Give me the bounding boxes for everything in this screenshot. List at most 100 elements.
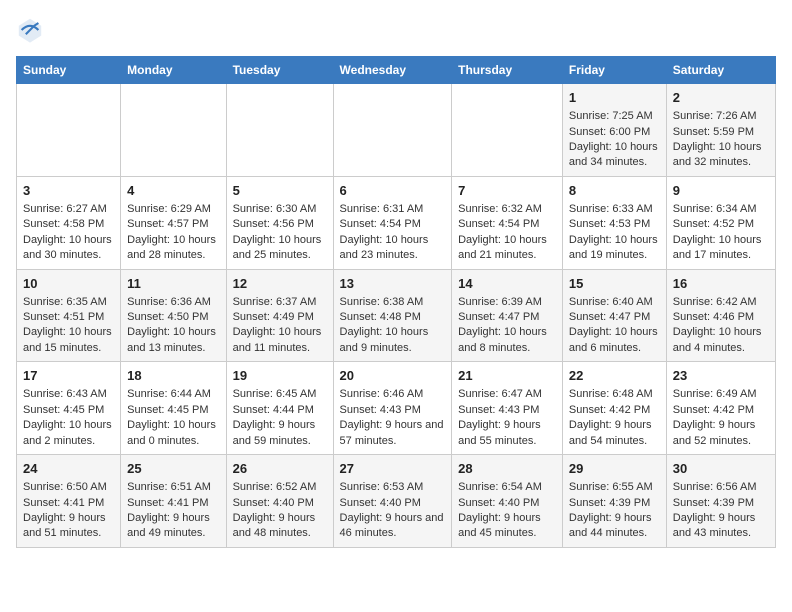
day-number: 18 [127, 367, 219, 385]
day-info: Sunset: 4:48 PM [340, 310, 446, 325]
day-cell [333, 84, 452, 177]
day-info: Sunrise: 6:29 AM [127, 202, 219, 217]
day-info: Daylight: 9 hours and 43 minutes. [673, 511, 769, 542]
day-info: Sunset: 4:42 PM [673, 403, 769, 418]
week-row-2: 3Sunrise: 6:27 AMSunset: 4:58 PMDaylight… [17, 176, 776, 269]
day-cell: 19Sunrise: 6:45 AMSunset: 4:44 PMDayligh… [226, 362, 333, 455]
day-cell [452, 84, 563, 177]
day-cell: 2Sunrise: 7:26 AMSunset: 5:59 PMDaylight… [666, 84, 775, 177]
day-cell: 15Sunrise: 6:40 AMSunset: 4:47 PMDayligh… [562, 269, 666, 362]
day-info: Sunrise: 6:52 AM [233, 480, 327, 495]
day-info: Sunset: 4:45 PM [127, 403, 219, 418]
day-info: Sunset: 4:41 PM [127, 496, 219, 511]
day-cell [17, 84, 121, 177]
day-number: 1 [569, 89, 660, 107]
column-header-monday: Monday [121, 57, 226, 84]
day-number: 29 [569, 460, 660, 478]
day-info: Daylight: 10 hours and 6 minutes. [569, 325, 660, 356]
day-info: Sunset: 4:40 PM [458, 496, 556, 511]
day-info: Sunset: 4:51 PM [23, 310, 114, 325]
day-info: Sunset: 4:43 PM [340, 403, 446, 418]
day-info: Sunset: 5:59 PM [673, 125, 769, 140]
day-cell: 13 Sunrise: 6:38 AMSunset: 4:48 PMDayligh… [333, 269, 452, 362]
day-info: Sunrise: 6:43 AM [23, 387, 114, 402]
day-cell: 20Sunrise: 6:46 AMSunset: 4:43 PMDayligh… [333, 362, 452, 455]
day-info: Sunrise: 6:44 AM [127, 387, 219, 402]
day-number: 15 [569, 275, 660, 293]
day-info: Daylight: 9 hours and 51 minutes. [23, 511, 114, 542]
day-info: Sunrise: 6:38 AM [340, 295, 446, 310]
column-header-sunday: Sunday [17, 57, 121, 84]
week-row-3: 10Sunrise: 6:35 AMSunset: 4:51 PMDayligh… [17, 269, 776, 362]
day-number: 10 [23, 275, 114, 293]
day-cell: 8Sunrise: 6:33 AMSunset: 4:53 PMDaylight… [562, 176, 666, 269]
day-info: Daylight: 10 hours and 19 minutes. [569, 233, 660, 264]
day-info: Daylight: 10 hours and 28 minutes. [127, 233, 219, 264]
day-info: Sunset: 4:45 PM [23, 403, 114, 418]
day-info: Sunrise: 7:26 AM [673, 109, 769, 124]
calendar-header: SundayMondayTuesdayWednesdayThursdayFrid… [17, 57, 776, 84]
day-cell: 1Sunrise: 7:25 AMSunset: 6:00 PMDaylight… [562, 84, 666, 177]
day-info: Daylight: 9 hours and 54 minutes. [569, 418, 660, 449]
column-header-wednesday: Wednesday [333, 57, 452, 84]
day-number: 19 [233, 367, 327, 385]
day-info: Sunset: 4:40 PM [340, 496, 446, 511]
day-number: 3 [23, 182, 114, 200]
day-info: Daylight: 9 hours and 45 minutes. [458, 511, 556, 542]
day-number: 7 [458, 182, 556, 200]
day-info: Daylight: 10 hours and 9 minutes. [340, 325, 446, 356]
calendar-body: 1Sunrise: 7:25 AMSunset: 6:00 PMDaylight… [17, 84, 776, 548]
day-info: Sunrise: 6:37 AM [233, 295, 327, 310]
day-number: 14 [458, 275, 556, 293]
day-info: Daylight: 10 hours and 4 minutes. [673, 325, 769, 356]
day-cell: 30Sunrise: 6:56 AMSunset: 4:39 PMDayligh… [666, 455, 775, 548]
day-info: Daylight: 9 hours and 44 minutes. [569, 511, 660, 542]
day-info: Daylight: 9 hours and 46 minutes. [340, 511, 446, 542]
day-info: Sunset: 4:47 PM [458, 310, 556, 325]
day-cell: 26Sunrise: 6:52 AMSunset: 4:40 PMDayligh… [226, 455, 333, 548]
day-info: Sunset: 4:54 PM [458, 217, 556, 232]
day-info: Daylight: 10 hours and 11 minutes. [233, 325, 327, 356]
day-cell: 25Sunrise: 6:51 AMSunset: 4:41 PMDayligh… [121, 455, 226, 548]
day-number: 5 [233, 182, 327, 200]
day-cell [121, 84, 226, 177]
day-cell: 24Sunrise: 6:50 AMSunset: 4:41 PMDayligh… [17, 455, 121, 548]
day-info: Daylight: 10 hours and 8 minutes. [458, 325, 556, 356]
day-info: Sunrise: 6:47 AM [458, 387, 556, 402]
day-info: Sunset: 4:49 PM [233, 310, 327, 325]
day-info: Sunrise: 6:40 AM [569, 295, 660, 310]
day-info: Daylight: 10 hours and 2 minutes. [23, 418, 114, 449]
day-info: Sunrise: 6:50 AM [23, 480, 114, 495]
day-info: Daylight: 9 hours and 57 minutes. [340, 418, 446, 449]
day-info: Sunset: 4:50 PM [127, 310, 219, 325]
day-cell: 23Sunrise: 6:49 AMSunset: 4:42 PMDayligh… [666, 362, 775, 455]
day-cell: 29Sunrise: 6:55 AMSunset: 4:39 PMDayligh… [562, 455, 666, 548]
day-info: Sunrise: 6:32 AM [458, 202, 556, 217]
day-info: Sunset: 4:41 PM [23, 496, 114, 511]
day-info: Daylight: 9 hours and 55 minutes. [458, 418, 556, 449]
day-info: Sunrise: 6:53 AM [340, 480, 446, 495]
day-cell [226, 84, 333, 177]
day-info: Sunrise: 6:54 AM [458, 480, 556, 495]
day-number: 23 [673, 367, 769, 385]
header-row: SundayMondayTuesdayWednesdayThursdayFrid… [17, 57, 776, 84]
logo [16, 16, 48, 44]
day-info: Daylight: 10 hours and 32 minutes. [673, 140, 769, 171]
day-number: 12 [233, 275, 327, 293]
week-row-4: 17Sunrise: 6:43 AMSunset: 4:45 PMDayligh… [17, 362, 776, 455]
day-number: 13 [340, 275, 446, 293]
day-info: Sunset: 4:54 PM [340, 217, 446, 232]
day-number: 11 [127, 275, 219, 293]
day-number: 9 [673, 182, 769, 200]
day-cell: 9Sunrise: 6:34 AMSunset: 4:52 PMDaylight… [666, 176, 775, 269]
day-number: 28 [458, 460, 556, 478]
day-info: Sunset: 4:58 PM [23, 217, 114, 232]
day-info: Sunset: 4:42 PM [569, 403, 660, 418]
day-cell: 28 Sunrise: 6:54 AMSunset: 4:40 PMDayligh… [452, 455, 563, 548]
day-info: Sunset: 4:39 PM [673, 496, 769, 511]
day-info: Sunset: 4:52 PM [673, 217, 769, 232]
day-info: Sunrise: 6:33 AM [569, 202, 660, 217]
day-info: Sunrise: 6:46 AM [340, 387, 446, 402]
day-cell: 5Sunrise: 6:30 AMSunset: 4:56 PMDaylight… [226, 176, 333, 269]
day-cell: 21Sunrise: 6:47 AMSunset: 4:43 PMDayligh… [452, 362, 563, 455]
